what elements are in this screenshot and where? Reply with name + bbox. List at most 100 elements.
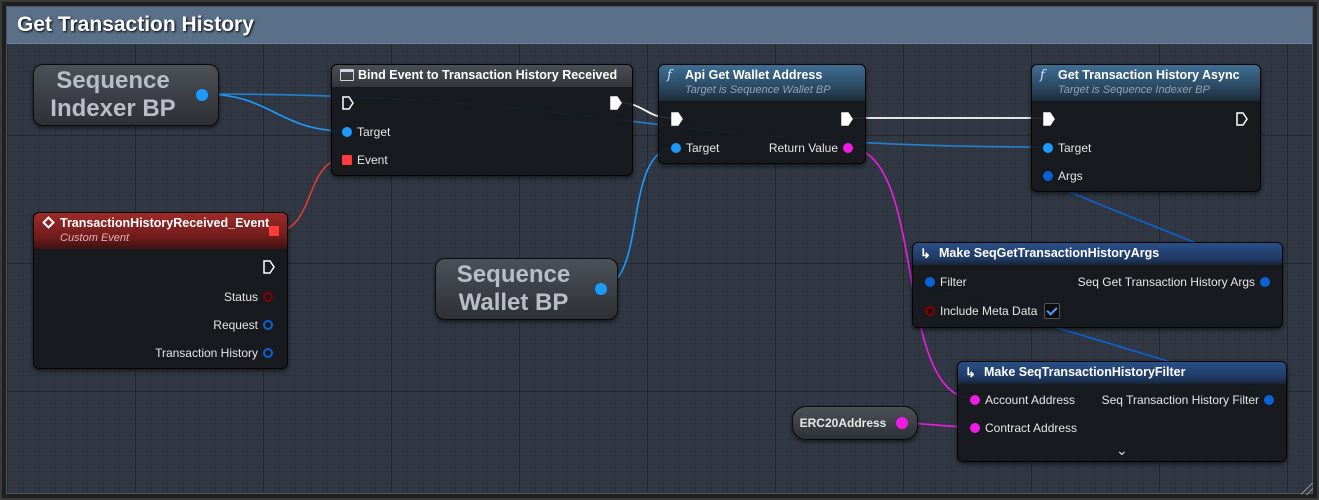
contract-address-label: Contract Address [985, 421, 1078, 435]
make-args-output-pin[interactable]: Seq Get Transaction History Args [1073, 275, 1270, 289]
get-history-target-pin[interactable]: Target [1043, 141, 1096, 155]
bind-event-header[interactable]: Bind Event to Transaction History Receiv… [332, 65, 632, 87]
string-pin-icon [970, 395, 980, 405]
string-pin-icon [970, 423, 980, 433]
filter-output-label: Seq Transaction History Filter [1101, 393, 1259, 407]
object-pin-icon [1043, 143, 1053, 153]
erc20-address-node[interactable]: ERC20Address [792, 406, 918, 440]
make-seq-get-transaction-history-args-node[interactable]: ↳ Make SeqGetTransactionHistoryArgs Filt… [912, 242, 1283, 328]
sequence-indexer-bp-label: Sequence Indexer BP [50, 67, 176, 122]
get-history-header[interactable]: f Get Transaction History Async Target i… [1032, 65, 1260, 101]
erc20-address-pin[interactable] [896, 417, 908, 429]
struct-pin-icon [1264, 395, 1274, 405]
bool-pin-icon [263, 292, 273, 302]
transaction-history-received-event-node[interactable]: TransactionHistoryReceived_Event Custom … [33, 212, 288, 369]
make-args-header[interactable]: ↳ Make SeqGetTransactionHistoryArgs [913, 243, 1282, 265]
make-args-include-meta-pin[interactable]: Include Meta Data [925, 303, 1061, 319]
exec-in-icon [671, 112, 683, 126]
exec-in-icon [342, 96, 354, 110]
bind-event-event-pin[interactable]: Event [342, 153, 393, 167]
bind-event-title: Bind Event to Transaction History Receiv… [358, 68, 618, 82]
custom-event-history-pin[interactable]: Transaction History [150, 346, 273, 360]
event-icon [42, 216, 55, 229]
make-filter-header[interactable]: ↳ Make SeqTransactionHistoryFilter [958, 362, 1286, 384]
exec-out-icon [841, 112, 853, 126]
object-pin-icon [342, 127, 352, 137]
get-wallet-return-pin[interactable]: Return Value [764, 141, 853, 155]
exec-out-icon [263, 260, 275, 274]
bind-event-icon [340, 69, 354, 81]
struct-pin-icon [263, 348, 273, 358]
api-get-wallet-address-node[interactable]: f Api Get Wallet Address Target is Seque… [658, 64, 866, 164]
bind-event-exec-in[interactable] [342, 96, 354, 110]
delegate-out-pin[interactable] [269, 226, 279, 236]
delegate-pin-icon [342, 155, 352, 165]
sequence-indexer-bp-node[interactable]: Sequence Indexer BP [33, 64, 219, 126]
sequence-wallet-bp-node[interactable]: Sequence Wallet BP [435, 258, 618, 320]
erc20-address-label: ERC20Address [799, 416, 887, 430]
args-output-label: Seq Get Transaction History Args [1077, 275, 1255, 289]
custom-event-request-pin[interactable]: Request [208, 318, 273, 332]
get-wallet-target-label: Target [686, 141, 720, 155]
get-history-exec-out[interactable] [1236, 112, 1248, 126]
account-address-label: Account Address [985, 393, 1076, 407]
make-filter-title: Make SeqTransactionHistoryFilter [984, 365, 1186, 379]
get-wallet-title: Api Get Wallet Address [685, 68, 823, 82]
make-struct-icon: ↳ [965, 365, 976, 380]
get-history-target-label: Target [1058, 141, 1092, 155]
status-label: Status [223, 290, 258, 304]
function-icon: f [1040, 68, 1045, 83]
bind-event-target-label: Target [357, 125, 391, 139]
custom-event-title: TransactionHistoryReceived_Event [60, 216, 270, 230]
filter-label: Filter [940, 275, 967, 289]
chevron-down-icon[interactable]: ⌄ [1116, 442, 1128, 459]
include-meta-checkbox[interactable] [1044, 303, 1061, 319]
custom-event-header[interactable]: TransactionHistoryReceived_Event Custom … [34, 213, 287, 249]
make-filter-account-pin[interactable]: Account Address [970, 393, 1080, 407]
comment-header[interactable]: Get Transaction History [7, 7, 1312, 44]
get-wallet-subtitle: Target is Sequence Wallet BP [685, 84, 831, 96]
get-wallet-target-pin[interactable]: Target [671, 141, 724, 155]
bind-event-exec-out[interactable] [610, 96, 622, 110]
exec-out-icon [1236, 112, 1248, 126]
bind-event-target-pin[interactable]: Target [342, 125, 395, 139]
sequence-wallet-bp-label: Sequence Wallet BP [456, 261, 571, 316]
get-history-exec-in[interactable] [1043, 112, 1055, 126]
request-label: Request [213, 318, 258, 332]
comment-title: Get Transaction History [17, 13, 254, 36]
struct-pin-icon [1260, 277, 1270, 287]
make-filter-output-pin[interactable]: Seq Transaction History Filter [1097, 393, 1274, 407]
get-transaction-history-async-node[interactable]: f Get Transaction History Async Target i… [1031, 64, 1261, 192]
custom-event-exec-out[interactable] [263, 260, 275, 274]
string-pin-icon [843, 143, 853, 153]
transaction-history-label: Transaction History [155, 346, 258, 360]
function-icon: f [667, 68, 672, 83]
struct-pin-icon [1043, 171, 1053, 181]
get-wallet-return-label: Return Value [768, 141, 838, 155]
get-history-args-label: Args [1058, 169, 1083, 183]
make-struct-icon: ↳ [920, 246, 931, 261]
get-wallet-exec-in[interactable] [671, 112, 683, 126]
custom-event-status-pin[interactable]: Status [219, 290, 273, 304]
exec-out-icon [610, 96, 622, 110]
include-meta-label: Include Meta Data [940, 304, 1038, 318]
sequence-wallet-bp-pin[interactable] [595, 283, 607, 295]
sequence-indexer-bp-pin[interactable] [196, 89, 208, 101]
get-history-args-pin[interactable]: Args [1043, 169, 1088, 183]
struct-pin-icon [925, 277, 935, 287]
struct-pin-icon [263, 320, 273, 330]
get-wallet-exec-out[interactable] [841, 112, 853, 126]
make-seq-transaction-history-filter-node[interactable]: ↳ Make SeqTransactionHistoryFilter Accou… [957, 361, 1287, 462]
get-wallet-header[interactable]: f Api Get Wallet Address Target is Seque… [659, 65, 865, 101]
get-history-subtitle: Target is Sequence Indexer BP [1058, 84, 1210, 96]
custom-event-subtitle: Custom Event [60, 232, 130, 244]
exec-in-icon [1043, 112, 1055, 126]
get-history-title: Get Transaction History Async [1058, 68, 1240, 82]
object-pin-icon [671, 143, 681, 153]
bind-event-event-label: Event [357, 153, 388, 167]
bind-event-node[interactable]: Bind Event to Transaction History Receiv… [331, 64, 633, 176]
make-args-filter-pin[interactable]: Filter [925, 275, 972, 289]
resize-handle-icon[interactable] [1301, 483, 1313, 495]
bool-pin-icon [925, 306, 935, 316]
make-filter-contract-pin[interactable]: Contract Address [970, 421, 1082, 435]
